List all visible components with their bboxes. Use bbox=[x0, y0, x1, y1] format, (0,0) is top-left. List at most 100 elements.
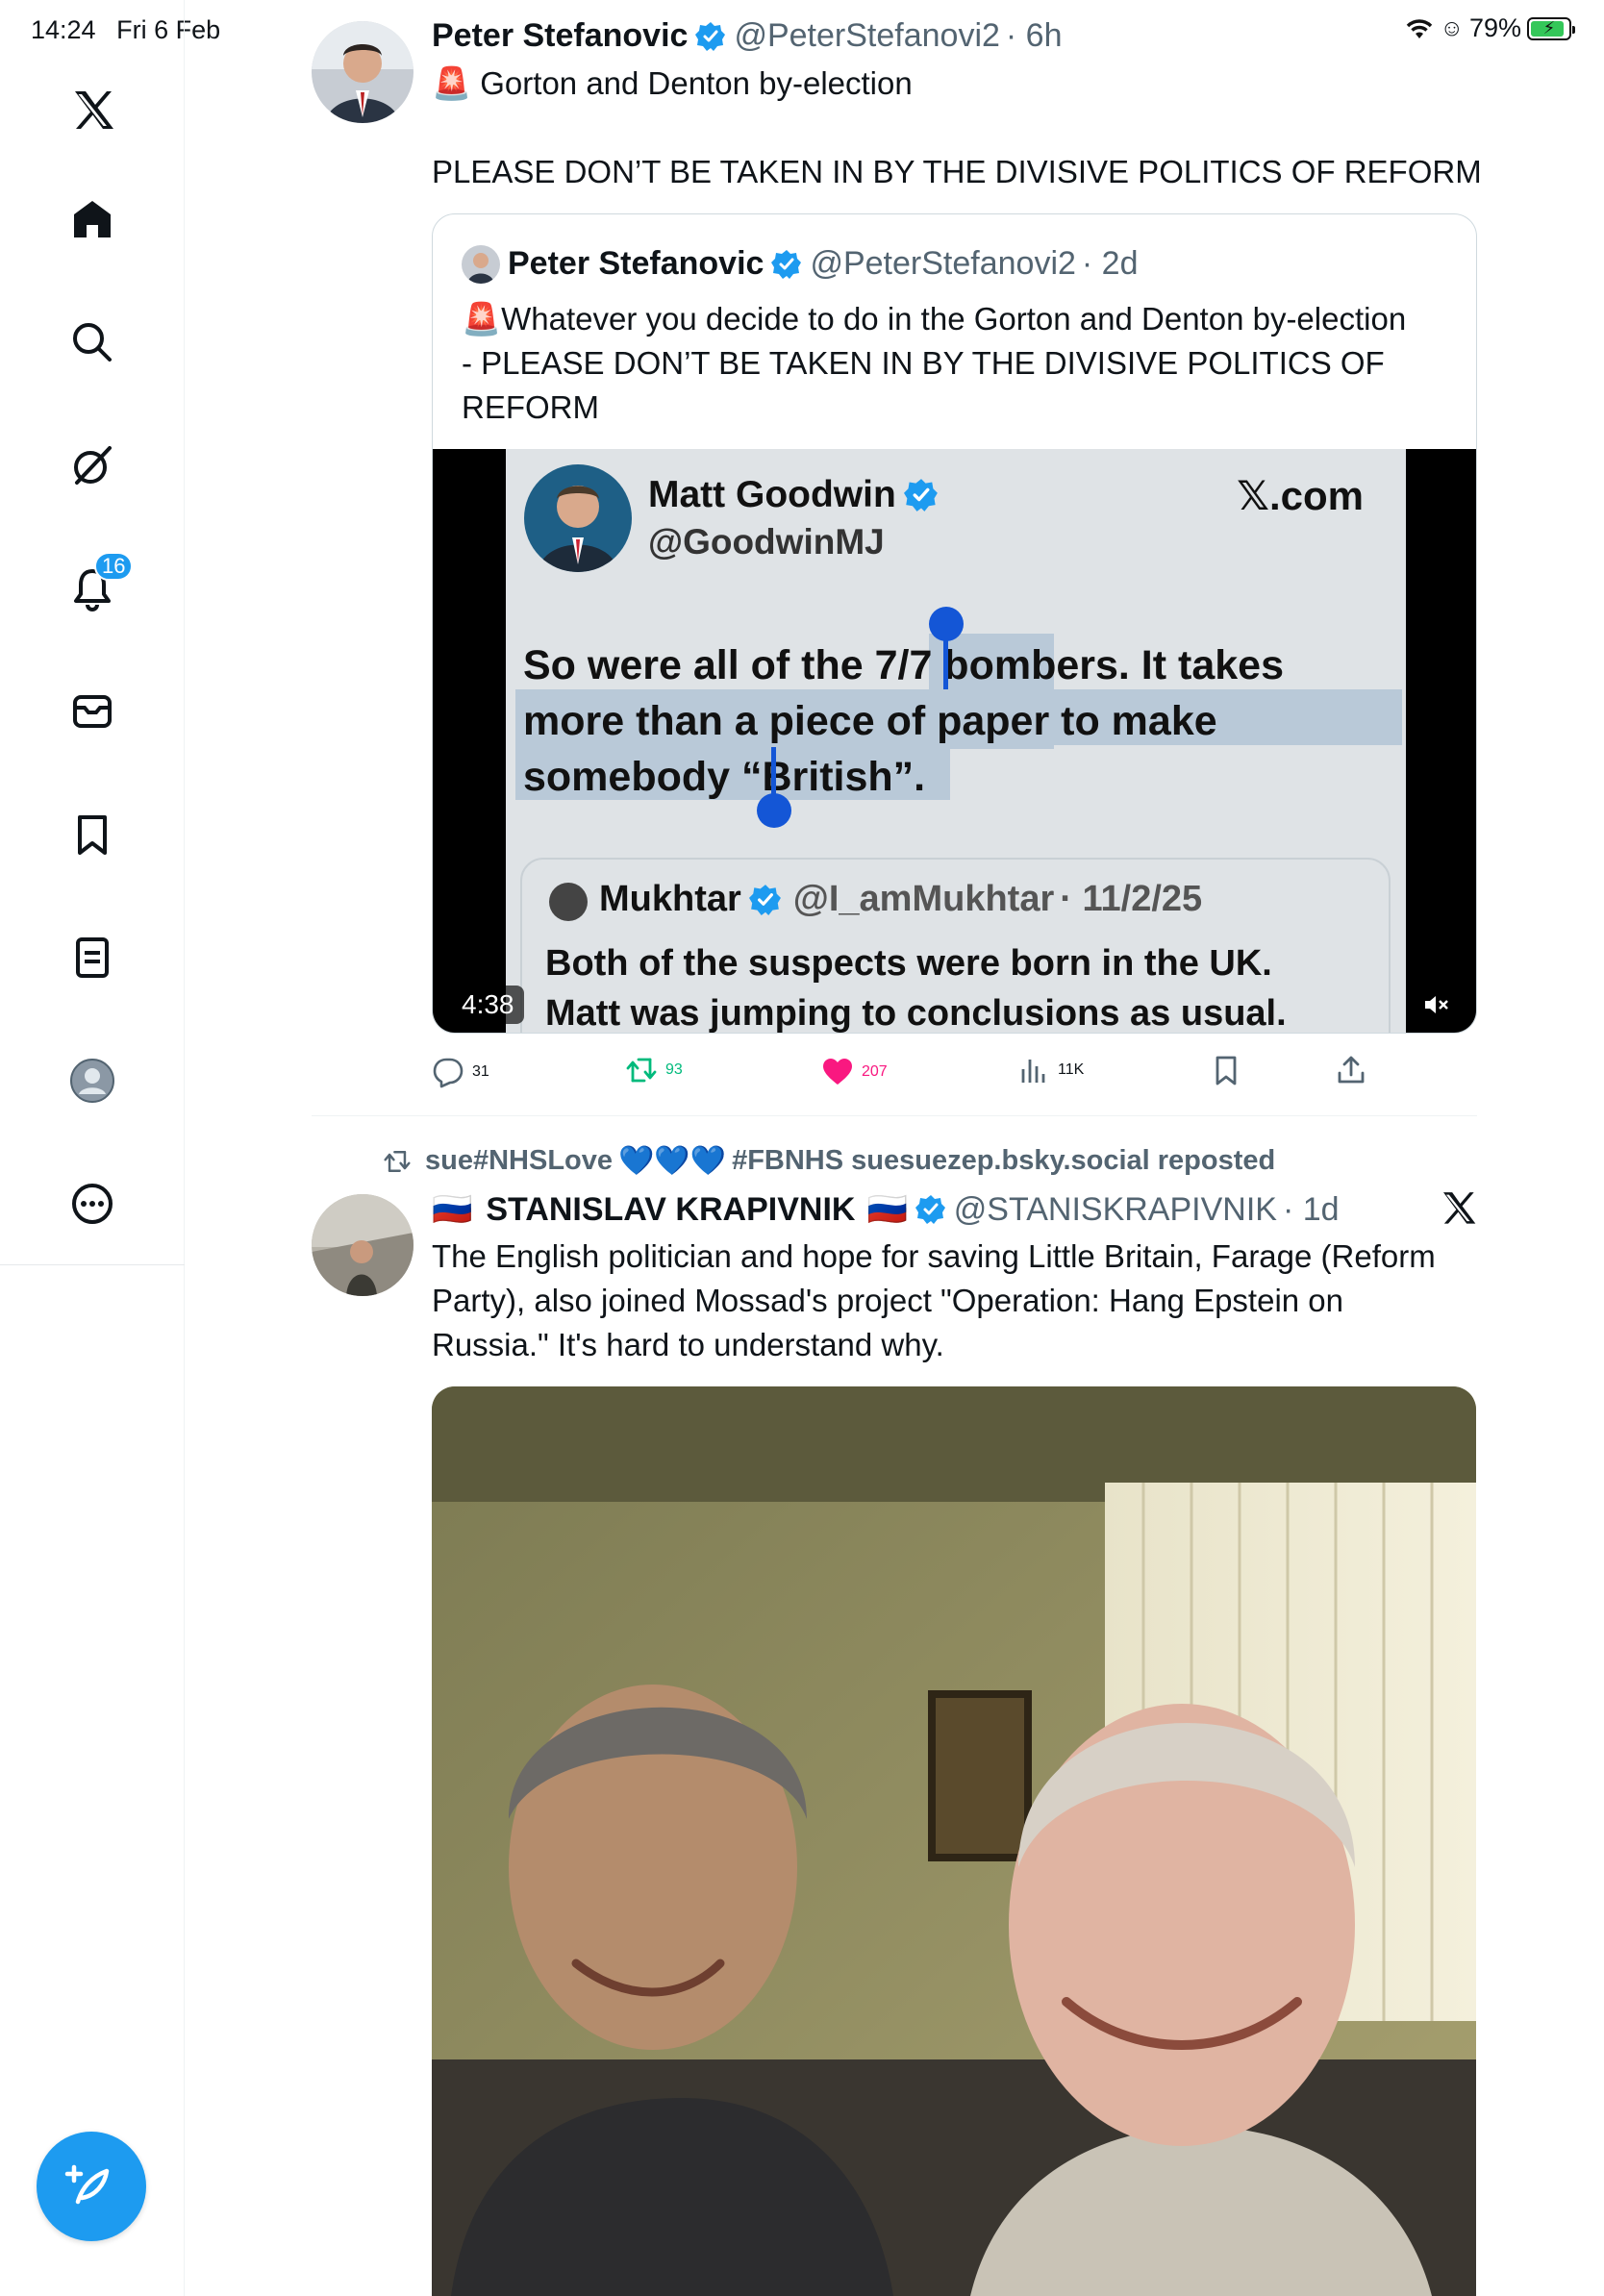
avatar[interactable] bbox=[312, 21, 414, 123]
author-name[interactable]: Peter Stefanovic bbox=[432, 17, 688, 55]
focus-icon: ☺ bbox=[1440, 14, 1464, 41]
quote-author-name: Peter Stefanovic bbox=[508, 245, 764, 282]
tweet-line2: PLEASE DON’T BE TAKEN IN BY THE DIVISIVE… bbox=[432, 154, 1482, 189]
views-count: 11K bbox=[1058, 1061, 1085, 1078]
x-app-icon bbox=[1439, 1188, 1481, 1231]
battery-percent: 79% bbox=[1468, 13, 1521, 42]
nested-handle: @I_amMukhtar bbox=[792, 879, 1055, 919]
quote-text-line1: Whatever you decide to do in the Gorton … bbox=[501, 301, 1407, 337]
tweet-text: The English politician and hope for savi… bbox=[432, 1235, 1436, 1367]
tweet-text-line2: Party), also joined Mossad's project "Op… bbox=[432, 1283, 1344, 1318]
home-icon[interactable] bbox=[65, 192, 119, 246]
analytics-icon bbox=[1021, 1060, 1045, 1083]
tweet-time[interactable]: · 1d bbox=[1283, 1191, 1340, 1229]
quote-avatar bbox=[462, 245, 500, 284]
verified-badge-icon bbox=[903, 479, 938, 512]
like-count: 207 bbox=[862, 1063, 888, 1080]
nested-text: Both of the suspects were born in the UK… bbox=[545, 938, 1287, 1034]
reposter-name: sue#NHSLove bbox=[425, 1145, 614, 1176]
compose-feather-icon bbox=[64, 2164, 110, 2205]
tweet-time[interactable]: · 6h bbox=[1006, 17, 1063, 55]
tweet-text: 🚨 Gorton and Denton by-election PLEASE D… bbox=[432, 62, 1482, 194]
nested-text-l1: Both of the suspects were born in the UK… bbox=[545, 943, 1272, 984]
inner-text-l1b: It takes bbox=[1140, 642, 1284, 688]
inner-author-name: Matt Goodwin bbox=[648, 474, 896, 515]
share-button[interactable] bbox=[1335, 1054, 1367, 1086]
quote-text-line3: REFORM bbox=[462, 389, 599, 425]
messages-icon[interactable] bbox=[65, 685, 119, 738]
like-button[interactable]: 207 bbox=[821, 1056, 888, 1088]
selection-handle-end bbox=[757, 793, 791, 828]
flag-emoji-2: 🇷🇺 bbox=[866, 1191, 908, 1228]
nested-avatar bbox=[549, 883, 588, 921]
author-handle[interactable]: @PeterStefanovi2 bbox=[734, 17, 999, 55]
video-player[interactable]: Matt Goodwin @GoodwinMJ 𝕏.com So were al… bbox=[433, 449, 1476, 1034]
verified-badge-icon bbox=[771, 249, 802, 279]
reply-button[interactable]: 31 bbox=[432, 1056, 489, 1088]
inner-brand: 𝕏.com bbox=[1237, 473, 1364, 518]
tweet-separator bbox=[312, 1115, 1477, 1116]
verified-badge-icon bbox=[748, 884, 781, 915]
status-indicators: ☺ 79% ⚡ bbox=[1405, 13, 1575, 43]
grok-icon[interactable] bbox=[65, 438, 119, 492]
x-logo-icon[interactable] bbox=[65, 83, 119, 137]
repost-suffix: #FBNHS suesuezep.bsky.social reposted bbox=[732, 1145, 1276, 1176]
views-button[interactable]: 11K bbox=[1017, 1054, 1084, 1086]
inner-author-handle: @GoodwinMJ bbox=[648, 522, 885, 562]
heart-filled-icon bbox=[823, 1059, 852, 1085]
tweet-text-line3: Russia." It's hard to understand why. bbox=[432, 1327, 944, 1362]
nested-name: Mukhtar bbox=[599, 879, 741, 919]
compose-button[interactable] bbox=[37, 2132, 146, 2241]
siren-emoji: 🚨 bbox=[462, 301, 502, 337]
siren-emoji: 🚨 bbox=[432, 65, 472, 101]
inner-tweet-text: So were all of the 7/7 bombers. It takes… bbox=[523, 637, 1284, 805]
photo-illustration bbox=[432, 1386, 1476, 2296]
profile-icon[interactable] bbox=[65, 1054, 119, 1108]
repost-icon bbox=[384, 1150, 411, 1172]
search-icon[interactable] bbox=[65, 315, 119, 369]
inner-avatar bbox=[524, 464, 632, 572]
repost-icon bbox=[626, 1058, 657, 1083]
tweet-author-row: 🇷🇺 STANISLAV KRAPIVNIK 🇷🇺 @STANISKRAPIVN… bbox=[432, 1190, 1340, 1229]
inner-text-l2: more than a piece of paper to make bbox=[523, 698, 1217, 744]
bookmark-button[interactable] bbox=[1210, 1054, 1242, 1086]
inner-nested-card: Mukhtar @I_amMukhtar · 11/2/25 Both of t… bbox=[520, 858, 1391, 1034]
reply-icon bbox=[433, 1058, 464, 1088]
quote-text: 🚨Whatever you decide to do in the Gorton… bbox=[462, 297, 1406, 430]
repost-context[interactable]: sue#NHSLove 💙💙💙 #FBNHS suesuezep.bsky.soci… bbox=[381, 1144, 1275, 1178]
muted-speaker-icon bbox=[1425, 996, 1448, 1013]
mute-button[interactable] bbox=[1415, 984, 1457, 1026]
bookmarks-icon[interactable] bbox=[65, 808, 119, 861]
quote-text-line2: - PLEASE DON’T BE TAKEN IN BY THE DIVISI… bbox=[462, 345, 1385, 381]
tweet-line1: Gorton and Denton by-election bbox=[480, 65, 913, 101]
repost-button[interactable]: 93 bbox=[625, 1054, 683, 1086]
quote-tweet-card[interactable]: Peter Stefanovic @PeterStefanovi2 · 2d 🚨… bbox=[432, 213, 1477, 1034]
quote-author-handle: @PeterStefanovi2 bbox=[810, 245, 1076, 282]
battery-icon: ⚡ bbox=[1527, 16, 1575, 40]
avatar[interactable] bbox=[312, 1194, 414, 1296]
bookmark-icon bbox=[1216, 1056, 1237, 1086]
author-handle[interactable]: @STANISKRAPIVNIK bbox=[954, 1191, 1277, 1229]
wifi-icon bbox=[1407, 18, 1433, 38]
more-icon[interactable] bbox=[65, 1177, 119, 1231]
verified-badge-icon bbox=[695, 21, 726, 51]
notifications-badge: 16 bbox=[94, 552, 134, 581]
blue-hearts: 💙💙💙 bbox=[618, 1145, 727, 1177]
nested-time: · 11/2/25 bbox=[1060, 879, 1203, 919]
charging-icon: ⚡ bbox=[1542, 18, 1556, 37]
nested-author-row: Mukhtar @I_amMukhtar · 11/2/25 bbox=[599, 879, 1202, 920]
video-frame: Matt Goodwin @GoodwinMJ 𝕏.com So were al… bbox=[506, 449, 1406, 1034]
author-name[interactable]: STANISLAV KRAPIVNIK bbox=[486, 1191, 855, 1229]
selection-caret-start bbox=[943, 632, 948, 689]
share-icon bbox=[1338, 1056, 1365, 1084]
sidebar: 16 bbox=[0, 0, 185, 2296]
quote-author-row: Peter Stefanovic @PeterStefanovi2 · 2d bbox=[508, 245, 1139, 283]
tweet-photo[interactable] bbox=[432, 1386, 1476, 2296]
lists-icon[interactable] bbox=[65, 931, 119, 985]
reply-count: 31 bbox=[472, 1063, 489, 1080]
verified-badge-icon bbox=[915, 1195, 945, 1224]
notifications-icon[interactable]: 16 bbox=[65, 552, 134, 615]
repost-count: 93 bbox=[665, 1061, 683, 1078]
nested-text-l2: Matt was jumping to conclusions as usual… bbox=[545, 993, 1287, 1034]
inner-text-l3: somebody “British”. bbox=[523, 754, 926, 800]
